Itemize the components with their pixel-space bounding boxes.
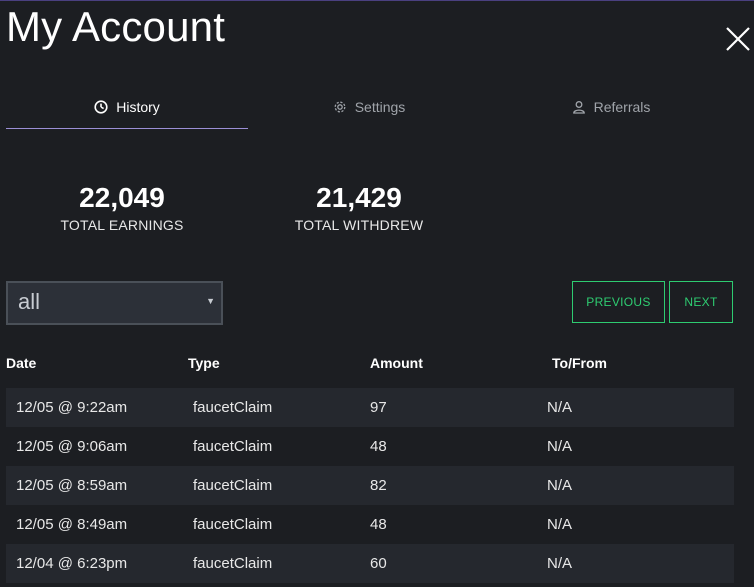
cell-amount: 97	[370, 399, 387, 416]
tab-history[interactable]: History	[6, 85, 248, 129]
tab-settings-label: Settings	[354, 98, 406, 115]
cell-date: 12/04 @ 6:23pm	[16, 555, 128, 572]
cell-amount: 48	[370, 516, 387, 533]
table-row: 12/05 @ 8:59am faucetClaim 82 N/A	[6, 466, 734, 505]
total-earnings-label: TOTAL EARNINGS	[60, 217, 184, 233]
page-title: My Account	[6, 3, 226, 50]
gear-icon	[334, 101, 346, 112]
total-withdrew-label: TOTAL WITHDREW	[294, 217, 424, 233]
total-withdrew-stat: 21,429 TOTAL WITHDREW	[282, 181, 436, 233]
cell-amount: 60	[370, 555, 387, 572]
table-row: 12/05 @ 9:22am faucetClaim 97 N/A	[6, 388, 734, 427]
total-earnings-value: 22,049	[79, 182, 165, 213]
cell-tofrom: N/A	[547, 555, 573, 572]
column-header-date: Date	[6, 355, 37, 371]
tab-referrals-label: Referrals	[593, 98, 651, 115]
table-header: Date Type Amount To/From	[6, 355, 734, 375]
close-icon[interactable]	[724, 25, 752, 53]
column-header-type: Type	[188, 355, 220, 371]
tab-settings[interactable]: Settings	[248, 85, 490, 128]
total-withdrew-value: 21,429	[316, 182, 402, 213]
caret-down-icon: ▼	[206, 296, 215, 306]
table-row: 12/04 @ 6:23pm faucetClaim 60 N/A	[6, 544, 734, 583]
column-header-amount: Amount	[370, 355, 423, 371]
account-modal: My Account History Settings Referrals 22…	[0, 0, 754, 587]
cell-tofrom: N/A	[547, 399, 573, 416]
column-header-tofrom: To/From	[552, 355, 607, 371]
previous-button[interactable]: PREVIOUS	[572, 281, 665, 323]
tab-history-label: History	[116, 98, 160, 115]
history-filter-select[interactable]: all ▼	[6, 281, 223, 325]
tab-bar: History Settings Referrals	[6, 85, 734, 130]
cell-date: 12/05 @ 9:06am	[16, 438, 128, 455]
cell-type: faucetClaim	[193, 399, 273, 416]
clock-icon	[94, 99, 108, 114]
cell-type: faucetClaim	[193, 516, 273, 533]
table-row: 12/05 @ 9:06am faucetClaim 48 N/A	[6, 427, 734, 466]
cell-date: 12/05 @ 8:59am	[16, 477, 128, 494]
cell-tofrom: N/A	[547, 516, 573, 533]
cell-tofrom: N/A	[547, 477, 573, 494]
user-icon	[572, 100, 585, 114]
cell-type: faucetClaim	[193, 555, 273, 572]
cell-tofrom: N/A	[547, 438, 573, 455]
table-row: 12/05 @ 8:49am faucetClaim 48 N/A	[6, 505, 734, 544]
cell-date: 12/05 @ 8:49am	[16, 516, 128, 533]
cell-type: faucetClaim	[193, 477, 273, 494]
total-earnings-stat: 22,049 TOTAL EARNINGS	[52, 181, 192, 233]
filter-selected-value: all	[18, 289, 41, 314]
cell-date: 12/05 @ 9:22am	[16, 399, 128, 416]
history-table-body: 12/05 @ 9:22am faucetClaim 97 N/A 12/05 …	[6, 388, 734, 583]
tab-referrals[interactable]: Referrals	[490, 85, 732, 128]
cell-amount: 82	[370, 477, 387, 494]
next-button[interactable]: NEXT	[669, 281, 733, 323]
cell-amount: 48	[370, 438, 387, 455]
cell-type: faucetClaim	[193, 438, 273, 455]
